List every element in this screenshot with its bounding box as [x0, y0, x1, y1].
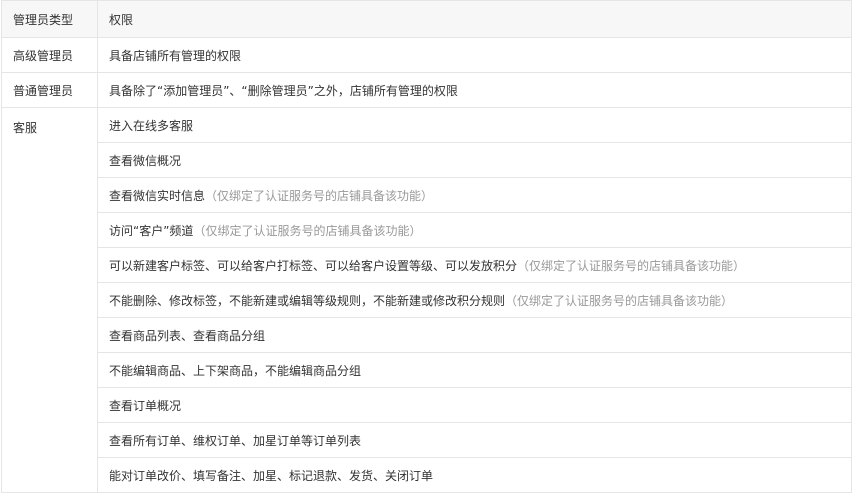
header-row: 管理员类型 权限: [1, 0, 852, 38]
permission-text: 不能编辑商品、上下架商品，不能编辑商品分组: [109, 363, 362, 378]
table-row: 客服 进入在线多客服: [1, 107, 852, 493]
table-row: 能对订单改价、填写备注、加星、标记退款、发货、关闭订单: [2, 457, 852, 493]
permission-text: 查看微信概况: [109, 153, 182, 168]
table-header: 管理员类型 权限: [1, 0, 852, 38]
permission-note: （仅绑定了认证服务号的店铺具备该功能）: [517, 258, 746, 273]
permission-text: 具备除了“添加管理员”、“删除管理员”之外，店铺所有管理的权限: [109, 83, 458, 98]
permission-cell: 查看微信概况: [97, 142, 852, 178]
table-row: 查看商品列表、查看商品分组: [2, 317, 852, 353]
permission-text: 具备店铺所有管理的权限: [109, 48, 242, 63]
permission-text: 能对订单改价、填写备注、加星、标记退款、发货、关闭订单: [109, 468, 434, 483]
permission-cell: 可以新建客户标签、可以给客户打标签、可以给客户设置等级、可以发放积分（仅绑定了认…: [97, 247, 852, 283]
table-row: 查看微信概况: [2, 142, 852, 178]
permission-cell: 进入在线多客服: [97, 107, 852, 143]
permission-text: 不能删除、修改标签，不能新建或编辑等级规则，不能新建或修改积分规则: [109, 293, 506, 308]
table-row: 查看订单概况: [2, 387, 852, 423]
table-body: 高级管理员 具备店铺所有管理的权限 普通管理员 具备除了“添加管理员”、“删除管…: [1, 37, 852, 493]
permission-cell: 不能编辑商品、上下架商品，不能编辑商品分组: [97, 352, 852, 388]
permission-text: 可以新建客户标签、可以给客户打标签、可以给客户设置等级、可以发放积分: [109, 258, 518, 273]
table-row: 可以新建客户标签、可以给客户打标签、可以给客户设置等级、可以发放积分（仅绑定了认…: [2, 247, 852, 283]
table-row: 不能删除、修改标签，不能新建或编辑等级规则，不能新建或修改积分规则（仅绑定了认证…: [2, 282, 852, 318]
permission-text: 查看商品列表、查看商品分组: [109, 328, 266, 343]
permission-text: 查看微信实时信息: [109, 188, 206, 203]
table-row: 查看所有订单、维权订单、加星订单等订单列表: [2, 422, 852, 458]
permission-note: （仅绑定了认证服务号的店铺具备该功能）: [205, 188, 434, 203]
table-row: 高级管理员 具备店铺所有管理的权限: [1, 37, 852, 73]
permission-cell: 具备店铺所有管理的权限: [97, 37, 852, 73]
role-cell: 高级管理员: [1, 37, 98, 73]
role-cell: 客服: [1, 107, 98, 493]
permission-note: （仅绑定了认证服务号的店铺具备该功能）: [505, 293, 734, 308]
permission-cell: 具备除了“添加管理员”、“删除管理员”之外，店铺所有管理的权限: [97, 72, 852, 108]
permission-cell: 查看微信实时信息（仅绑定了认证服务号的店铺具备该功能）: [97, 177, 852, 213]
permission-cell: 访问“客户”频道（仅绑定了认证服务号的店铺具备该功能）: [97, 212, 852, 248]
permission-text: 访问“客户”频道: [109, 223, 194, 238]
table-row: 不能编辑商品、上下架商品，不能编辑商品分组: [2, 352, 852, 388]
permission-cell: 查看商品列表、查看商品分组: [97, 317, 852, 353]
permissions-table: 管理员类型 权限 高级管理员 具备店铺所有管理的权限 普通管理员 具备除了“添加…: [1, 0, 852, 493]
permission-note: （仅绑定了认证服务号的店铺具备该功能）: [193, 223, 422, 238]
table-row: 访问“客户”频道（仅绑定了认证服务号的店铺具备该功能）: [2, 212, 852, 248]
header-admin-type: 管理员类型: [1, 0, 98, 38]
table-row: 查看微信实时信息（仅绑定了认证服务号的店铺具备该功能）: [2, 177, 852, 213]
role-cell: 普通管理员: [1, 72, 98, 108]
table-row: 普通管理员 具备除了“添加管理员”、“删除管理员”之外，店铺所有管理的权限: [1, 72, 852, 108]
permission-cell: 查看订单概况: [97, 387, 852, 423]
permission-text: 查看所有订单、维权订单、加星订单等订单列表: [109, 433, 362, 448]
permission-cell: 不能删除、修改标签，不能新建或编辑等级规则，不能新建或修改积分规则（仅绑定了认证…: [97, 282, 852, 318]
permission-text: 查看订单概况: [109, 398, 182, 413]
permission-cell: 能对订单改价、填写备注、加星、标记退款、发货、关闭订单: [97, 457, 852, 493]
permission-text: 进入在线多客服: [109, 118, 194, 133]
permission-cell: 查看所有订单、维权订单、加星订单等订单列表: [97, 422, 852, 458]
header-permissions: 权限: [97, 0, 852, 38]
